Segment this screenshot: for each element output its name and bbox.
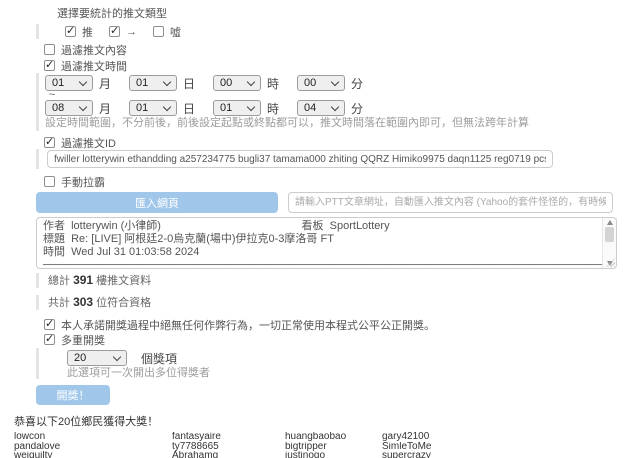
winner-name: bigtripper <box>285 442 382 452</box>
draw-button[interactable]: 開獎！ <box>36 385 110 405</box>
arrow-checkbox-label: → <box>126 26 137 38</box>
chevron-down-icon <box>79 78 87 86</box>
day-unit-label: 日 <box>183 100 195 117</box>
arrow-checkbox[interactable] <box>109 26 120 37</box>
prize-count-select[interactable]: 20 <box>67 350 127 366</box>
push-type-option-boo[interactable]: 噓 <box>153 25 181 38</box>
hour-unit-label: 時 <box>267 75 279 92</box>
multi-draw-hint: 此選項可一次開出多位得獎者 <box>67 368 640 379</box>
winner-name: gary42100 <box>382 432 640 442</box>
from-day-select[interactable]: 01 <box>129 75 177 91</box>
filter-id-row[interactable]: 過濾推文ID <box>44 136 640 149</box>
prize-count-group: 20 個獎項 此選項可一次開出多位得獎者 <box>36 348 640 379</box>
total-count-line: 總計 391 樓推文資料 <box>36 273 640 288</box>
minute-unit-label: 分 <box>351 100 363 117</box>
time-range-group: 01 月 01 日 00 時 00 分 ~ 08 月 01 日 01 時 04 … <box>36 73 640 131</box>
qualified-count-line: 共計 303 位符合資格 <box>36 295 640 310</box>
minute-unit-label: 分 <box>351 75 363 92</box>
filter-content-row[interactable]: 過濾推文內容 <box>44 43 640 56</box>
push-checkbox-label: 推 <box>82 24 93 40</box>
hour-unit-label: 時 <box>267 100 279 117</box>
push-checkbox[interactable] <box>65 26 76 37</box>
push-type-group: 推 → 噓 <box>36 24 640 39</box>
scrollbar-thumb[interactable] <box>605 227 614 242</box>
time-from-row: 01 月 01 日 00 時 00 分 <box>45 75 640 91</box>
to-minute-select[interactable]: 04 <box>297 100 345 116</box>
time-to-row: 08 月 01 日 01 時 04 分 <box>45 100 640 116</box>
id-filter-input[interactable] <box>47 150 553 168</box>
from-hour-select[interactable]: 00 <box>213 75 261 91</box>
chevron-down-icon <box>331 78 339 86</box>
import-row: 匯入網頁 <box>36 192 640 213</box>
qualified-count-value: 303 <box>73 295 93 309</box>
chevron-down-icon <box>163 78 171 86</box>
chevron-down-icon <box>331 103 339 111</box>
push-type-option-arrow[interactable]: → <box>109 25 137 38</box>
multi-draw-checkbox[interactable] <box>44 334 55 345</box>
winner-name: lowcon <box>14 432 172 442</box>
lottery-tool-page: 選擇要統計的推文類型 推 → 噓 過濾推文內容 過濾推文時間 01 月 01 日… <box>0 0 640 458</box>
prize-count-unit: 個獎項 <box>141 350 177 367</box>
chevron-down-icon <box>247 78 255 86</box>
scroll-up-icon[interactable] <box>607 220 613 225</box>
total-count-value: 391 <box>73 273 93 287</box>
time-range-hint: 設定時間範圍，不分前後，前後設定起點或終點都可以，推文時間落在範圍內即可，但無法… <box>45 118 640 129</box>
winner-list: lowcon fantasyaire huangbaobao gary42100… <box>14 432 640 458</box>
multi-draw-label: 多重開獎 <box>61 332 105 348</box>
winner-name: SimleToMe <box>382 442 640 452</box>
chevron-down-icon <box>163 103 171 111</box>
from-minute-select[interactable]: 00 <box>297 75 345 91</box>
winner-row: weiguilty Abrahamg justinoqo supercrazy <box>14 451 640 458</box>
winner-row: pandalove ty7788665 bigtripper SimleToMe <box>14 442 640 452</box>
boo-checkbox-label: 噓 <box>170 24 181 40</box>
article-area: 作者 lotterywin (小律師) 看板 SportLottery 標題 R… <box>36 217 617 269</box>
filter-time-label: 過濾推文時間 <box>61 58 127 74</box>
promise-label: 本人承諾開獎過程中絕無任何作弊行為，一切正常使用本程式公平公正開獎。 <box>61 317 435 333</box>
chevron-down-icon <box>113 353 121 361</box>
winner-name: Abrahamg <box>172 451 285 458</box>
id-filter-group <box>36 149 640 169</box>
push-type-option-push[interactable]: 推 <box>65 25 93 38</box>
winner-name: ty7788665 <box>172 442 285 452</box>
promise-row[interactable]: 本人承諾開獎過程中絕無任何作弊行為，一切正常使用本程式公平公正開獎。 <box>44 318 640 331</box>
winner-name: fantasyaire <box>172 432 285 442</box>
filter-time-checkbox[interactable] <box>44 60 55 71</box>
article-textarea[interactable]: 作者 lotterywin (小律師) 看板 SportLottery 標題 R… <box>36 217 617 269</box>
chevron-down-icon <box>79 103 87 111</box>
chevron-down-icon <box>247 103 255 111</box>
winner-name: pandalove <box>14 442 172 452</box>
to-month-select[interactable]: 08 <box>45 100 93 116</box>
winner-name: huangbaobao <box>285 432 382 442</box>
article-url-input[interactable] <box>288 192 613 213</box>
filter-id-label: 過濾推文ID <box>61 135 116 151</box>
to-day-select[interactable]: 01 <box>129 100 177 116</box>
congrats-text: 恭喜以下20位鄉民獲得大獎！ <box>14 413 640 429</box>
month-unit-label: 月 <box>99 100 111 117</box>
promise-checkbox[interactable] <box>44 319 55 330</box>
to-hour-select[interactable]: 01 <box>213 100 261 116</box>
manual-checkbox[interactable] <box>44 176 55 187</box>
filter-content-checkbox[interactable] <box>44 44 55 55</box>
range-separator: ~ <box>45 91 640 100</box>
winner-name: justinoqo <box>285 451 382 458</box>
day-unit-label: 日 <box>183 75 195 92</box>
month-unit-label: 月 <box>99 75 111 92</box>
filter-id-checkbox[interactable] <box>44 137 55 148</box>
winner-name: supercrazy <box>382 451 640 458</box>
filter-content-label: 過濾推文內容 <box>61 42 127 58</box>
manual-row[interactable]: 手動拉霸 <box>44 175 640 188</box>
push-type-label: 選擇要統計的推文類型 <box>57 5 640 21</box>
multi-draw-row[interactable]: 多重開獎 <box>44 333 640 346</box>
filter-time-row[interactable]: 過濾推文時間 <box>44 59 640 72</box>
manual-label: 手動拉霸 <box>61 174 105 190</box>
winner-name: weiguilty <box>14 451 172 458</box>
import-button[interactable]: 匯入網頁 <box>36 192 278 213</box>
boo-checkbox[interactable] <box>153 26 164 37</box>
winner-row: lowcon fantasyaire huangbaobao gary42100 <box>14 432 640 442</box>
